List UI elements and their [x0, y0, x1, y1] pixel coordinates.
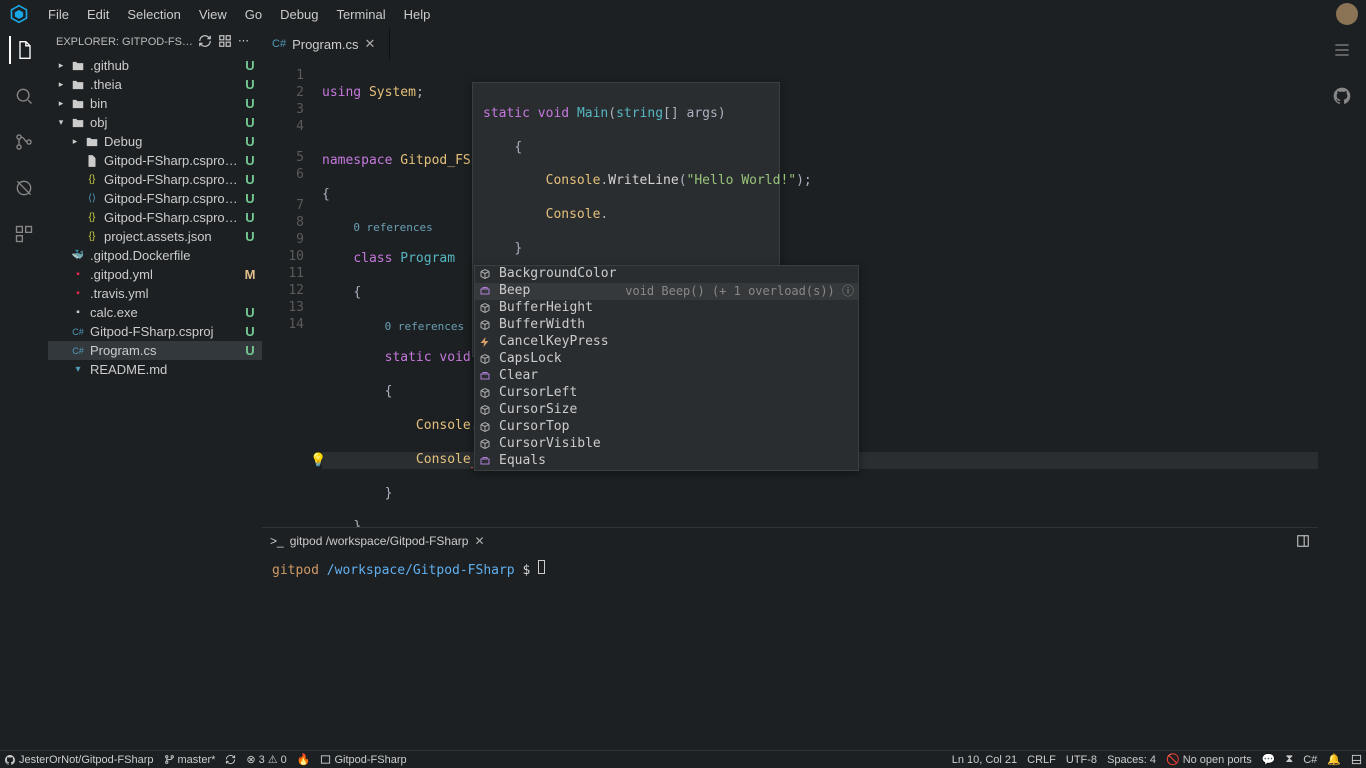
- suggest-item[interactable]: CursorTop: [475, 419, 858, 436]
- code-body[interactable]: using System; namespace Gitpod_FSh { 0 r…: [322, 60, 1318, 527]
- close-icon[interactable]: ✕: [365, 36, 379, 52]
- panel-toggle-icon[interactable]: [1296, 534, 1310, 548]
- gitpod-logo: [8, 3, 30, 25]
- tree-item[interactable]: ▪calc.exeU: [48, 303, 262, 322]
- outline-icon[interactable]: [1328, 36, 1356, 64]
- tree-item[interactable]: ▸.theiaU: [48, 75, 262, 94]
- status-eol[interactable]: CRLF: [1027, 754, 1056, 766]
- suggest-item[interactable]: CursorSize: [475, 402, 858, 419]
- menu-file[interactable]: File: [40, 3, 77, 26]
- terminal-path: /workspace/Gitpod-FSharp: [327, 563, 515, 578]
- status-language[interactable]: C#: [1303, 754, 1317, 766]
- suggest-item[interactable]: Beepvoid Beep() (+ 1 overload(s)) ⓘ: [475, 283, 858, 300]
- menu-debug[interactable]: Debug: [272, 3, 326, 26]
- right-bar: [1318, 28, 1366, 750]
- tree-item[interactable]: {}Gitpod-FSharp.csproj.nuget…U: [48, 170, 262, 189]
- scm-icon[interactable]: [10, 128, 38, 156]
- suggest-item[interactable]: BufferHeight: [475, 300, 858, 317]
- status-cursor[interactable]: Ln 10, Col 21: [952, 754, 1017, 766]
- suggest-item[interactable]: CancelKeyPress: [475, 334, 858, 351]
- status-flame[interactable]: 🔥: [297, 753, 311, 766]
- avatar[interactable]: [1336, 3, 1358, 25]
- statusbar: JesterOrNot/Gitpod-FSharp master* ⊗ 3 ⚠ …: [0, 750, 1366, 768]
- debug-icon[interactable]: [10, 174, 38, 202]
- collapse-icon[interactable]: [218, 34, 234, 50]
- tree-item[interactable]: ▸.githubU: [48, 56, 262, 75]
- suggest-item[interactable]: Equals: [475, 453, 858, 470]
- extensions-icon[interactable]: [10, 220, 38, 248]
- tree-item[interactable]: ▾README.md: [48, 360, 262, 379]
- menu-go[interactable]: Go: [237, 3, 270, 26]
- explorer-icon[interactable]: [9, 36, 37, 64]
- explorer-sidebar: EXPLORER: GITPOD-FS… ⋯ ▸.githubU▸.theiaU…: [48, 28, 262, 750]
- tab-label: Program.cs: [292, 37, 358, 52]
- codelens-references[interactable]: 0 references: [353, 221, 432, 234]
- status-sync[interactable]: [225, 754, 236, 765]
- cs-file-icon: C#: [272, 38, 286, 50]
- terminal-tab[interactable]: >_ gitpod /workspace/Gitpod-FSharp ✕: [270, 534, 485, 548]
- file-tree: ▸.githubU▸.theiaU▸binU▾objU▸DebugUGitpod…: [48, 56, 262, 750]
- main: C# Program.cs ✕ 1234567891011121314 usin…: [262, 28, 1318, 750]
- github-icon[interactable]: [1328, 82, 1356, 110]
- status-layout[interactable]: [1351, 754, 1362, 765]
- tab-program-cs[interactable]: C# Program.cs ✕: [262, 28, 390, 60]
- suggest-item[interactable]: BackgroundColor: [475, 266, 858, 283]
- status-project[interactable]: Gitpod-FSharp: [320, 754, 406, 766]
- suggest-item[interactable]: CapsLock: [475, 351, 858, 368]
- menu-selection[interactable]: Selection: [119, 3, 188, 26]
- more-icon[interactable]: ⋯: [238, 34, 254, 50]
- refresh-icon[interactable]: [198, 34, 214, 50]
- status-hourglass[interactable]: ⧗: [1286, 753, 1294, 766]
- close-icon[interactable]: ✕: [474, 534, 484, 548]
- editor-tabs: C# Program.cs ✕: [262, 28, 1318, 60]
- terminal-tab-label: gitpod /workspace/Gitpod-FSharp: [290, 534, 469, 548]
- explorer-header: EXPLORER: GITPOD-FS… ⋯: [48, 28, 262, 56]
- search-icon[interactable]: [10, 82, 38, 110]
- menu-edit[interactable]: Edit: [79, 3, 117, 26]
- terminal-icon: >_: [270, 534, 284, 548]
- status-spaces[interactable]: Spaces: 4: [1107, 754, 1156, 766]
- terminal-cursor: [538, 560, 545, 574]
- menu-terminal[interactable]: Terminal: [328, 3, 393, 26]
- lightbulb-icon[interactable]: 💡: [310, 453, 324, 467]
- tree-item[interactable]: C#Program.csU: [48, 341, 262, 360]
- terminal-tabs: >_ gitpod /workspace/Gitpod-FSharp ✕: [262, 528, 1318, 554]
- menu-help[interactable]: Help: [396, 3, 439, 26]
- terminal-panel: >_ gitpod /workspace/Gitpod-FSharp ✕ git…: [262, 527, 1318, 750]
- activity-bar: [0, 28, 48, 750]
- explorer-title: EXPLORER: GITPOD-FS…: [56, 36, 194, 48]
- tree-item[interactable]: ▪.travis.yml: [48, 284, 262, 303]
- tree-item[interactable]: ▾objU: [48, 113, 262, 132]
- codelens-references[interactable]: 0 references: [385, 320, 464, 333]
- status-feedback[interactable]: 💬: [1262, 753, 1276, 766]
- status-ports[interactable]: 🚫 No open ports: [1166, 753, 1252, 766]
- tree-item[interactable]: {}Gitpod-FSharp.csproj.nuget…U: [48, 208, 262, 227]
- status-problems[interactable]: ⊗ 3 ⚠ 0: [246, 753, 286, 766]
- intellisense-popup[interactable]: BackgroundColorBeepvoid Beep() (+ 1 over…: [474, 265, 859, 471]
- terminal-host: gitpod: [272, 563, 319, 578]
- tree-item[interactable]: Gitpod-FSharp.csproj.nuget…U: [48, 151, 262, 170]
- tree-item[interactable]: {}project.assets.jsonU: [48, 227, 262, 246]
- menu-view[interactable]: View: [191, 3, 235, 26]
- status-encoding[interactable]: UTF-8: [1066, 754, 1097, 766]
- status-repo[interactable]: JesterOrNot/Gitpod-FSharp: [4, 754, 154, 766]
- suggest-item[interactable]: BufferWidth: [475, 317, 858, 334]
- terminal-prompt-char: $: [522, 563, 530, 578]
- menubar: FileEditSelectionViewGoDebugTerminalHelp: [0, 0, 1366, 28]
- suggest-item[interactable]: CursorLeft: [475, 385, 858, 402]
- tree-item[interactable]: 🐳.gitpod.Dockerfile: [48, 246, 262, 265]
- tree-item[interactable]: ▸binU: [48, 94, 262, 113]
- status-branch[interactable]: master*: [164, 754, 216, 766]
- suggest-item[interactable]: CursorVisible: [475, 436, 858, 453]
- tree-item[interactable]: ▸DebugU: [48, 132, 262, 151]
- editor[interactable]: 1234567891011121314 using System; namesp…: [262, 60, 1318, 527]
- status-bell[interactable]: 🔔: [1327, 753, 1341, 766]
- suggest-item[interactable]: Clear: [475, 368, 858, 385]
- tree-item[interactable]: ▪.gitpod.ymlM: [48, 265, 262, 284]
- tree-item[interactable]: ⟨⟩Gitpod-FSharp.csproj.nuget…U: [48, 189, 262, 208]
- tree-item[interactable]: C#Gitpod-FSharp.csprojU: [48, 322, 262, 341]
- terminal-body[interactable]: gitpod /workspace/Gitpod-FSharp $: [262, 554, 1318, 750]
